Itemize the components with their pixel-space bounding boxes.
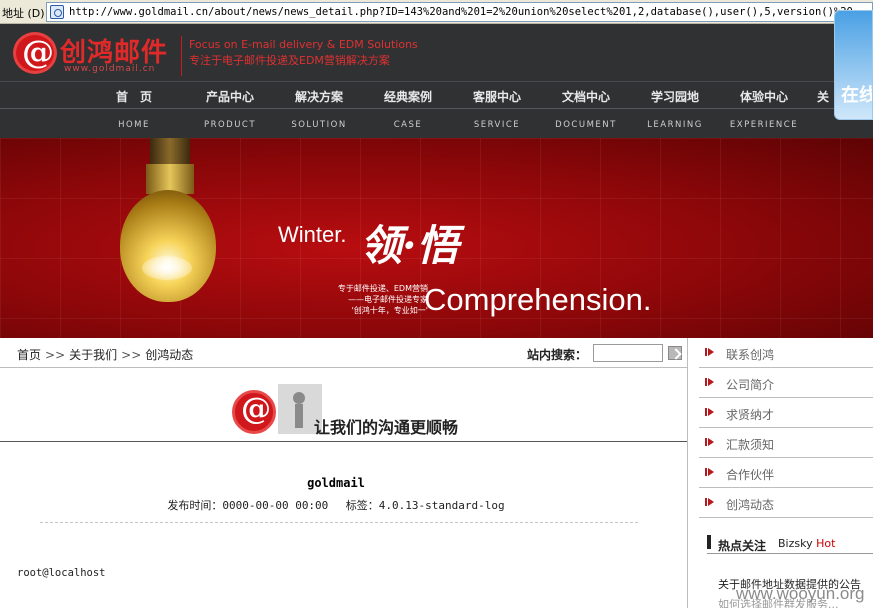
- hot-subtitle-red: Hot: [816, 537, 836, 550]
- hot-subtitle-text: Bizsky: [778, 537, 813, 550]
- slogan-text: 让我们的沟通更顺畅: [314, 418, 459, 437]
- online-badge-label: 在线: [841, 85, 872, 106]
- article-title: goldmail: [307, 476, 365, 490]
- banner-line-3: '创鸿十年，专业如一': [351, 306, 428, 315]
- arrow-icon: [705, 468, 714, 476]
- hot-title: 热点关注: [718, 539, 767, 553]
- banner-tagline: 专于邮件投递、EDM营销 ——电子邮件投递专家 '创鸿十年，专业如一': [318, 283, 428, 316]
- sidebar-item-label: 联系创鸿: [726, 348, 775, 362]
- nav-sublabel: SERVICE: [473, 120, 521, 130]
- address-label: 地址 (D): [2, 7, 45, 20]
- nav-item-solution[interactable]: 解决方案 SOLUTION: [284, 82, 354, 138]
- arrow-icon: [705, 378, 714, 386]
- publish-label: 发布时间：: [167, 499, 223, 512]
- nav-label: 学习园地: [650, 90, 699, 104]
- nav-label: 体验中心: [739, 90, 788, 104]
- nav-sublabel: SOLUTION: [291, 120, 347, 130]
- header-slogan-cn: 专注于电子邮件投递及EDM营销解决方案: [189, 54, 390, 67]
- logo-icon[interactable]: @: [13, 32, 57, 74]
- arrow-icon: [705, 438, 714, 446]
- sidebar-item-payment[interactable]: 汇款须知: [699, 428, 873, 458]
- nav-item-case[interactable]: 经典案例 CASE: [373, 82, 443, 138]
- sidebar-item-partners[interactable]: 合作伙伴: [699, 458, 873, 488]
- article-dashed-divider: [40, 522, 638, 523]
- breadcrumb: 首页 >> 关于我们 >> 创鸿动态: [17, 346, 197, 363]
- search-go-icon[interactable]: [668, 346, 682, 360]
- banner-headline: 领·悟: [360, 221, 459, 270]
- nav-sublabel: CASE: [393, 120, 423, 130]
- sidebar-item-profile[interactable]: 公司简介: [699, 368, 873, 398]
- nav-label: 客服中心: [472, 90, 521, 104]
- breadcrumb-separator: >>: [121, 348, 142, 362]
- nav-label: 经典案例: [383, 90, 432, 104]
- nav-sublabel: DOCUMENT: [555, 120, 617, 130]
- arrow-icon: [705, 348, 714, 356]
- arrow-icon: [705, 498, 714, 506]
- banner-line-1: 专于邮件投递、EDM营销: [337, 284, 428, 293]
- sidebar-item-label: 汇款须知: [726, 438, 775, 452]
- hero-banner: Winter. 领·悟 专于邮件投递、EDM营销 ——电子邮件投递专家 '创鸿十…: [0, 138, 873, 338]
- banner-comprehension: Comprehension.: [424, 282, 652, 317]
- banner-line-2: ——电子邮件投递专家: [348, 295, 428, 304]
- nav-sublabel: PRODUCT: [203, 120, 257, 130]
- sidebar-item-contact[interactable]: 联系创鸿: [699, 338, 873, 368]
- sidebar-item-careers[interactable]: 求贤纳才: [699, 398, 873, 428]
- sidebar-item-label: 创鸿动态: [726, 498, 775, 512]
- logo-url: www.goldmail.cn: [64, 64, 156, 74]
- site-header: @ 创鸿邮件 www.goldmail.cn Focus on E-mail d…: [0, 24, 873, 81]
- search-input[interactable]: [593, 344, 663, 362]
- address-url[interactable]: http://www.goldmail.cn/about/news/news_d…: [69, 6, 866, 18]
- hot-subtitle: Bizsky Hot: [778, 537, 835, 550]
- sidebar-item-label: 公司简介: [726, 378, 775, 392]
- online-service-badge[interactable]: 在线: [834, 10, 873, 120]
- arrow-icon: [705, 408, 714, 416]
- nav-sublabel: HOME: [118, 120, 150, 130]
- publish-time: 0000-00-00 00:00: [222, 499, 329, 512]
- sidebar-item-label: 求贤纳才: [726, 408, 775, 422]
- tag-value: 4.0.13-standard-log: [378, 499, 505, 512]
- nav-item-home[interactable]: 首 页 HOME: [99, 82, 169, 138]
- breadcrumb-about[interactable]: 关于我们: [69, 348, 117, 362]
- nav-sublabel: EXPERIENCE: [729, 120, 799, 130]
- logo-mark-text: @: [22, 33, 54, 71]
- header-slogan-en: Focus on E-mail delivery & EDM Solutions: [189, 38, 418, 51]
- bulb-glow: [142, 256, 192, 280]
- breadcrumb-bar: 首页 >> 关于我们 >> 创鸿动态 站内搜索：: [0, 338, 687, 368]
- slogan-logo-mark: @: [241, 392, 271, 427]
- content-divider: [0, 441, 687, 442]
- nav-item-service[interactable]: 客服中心 SERVICE: [462, 82, 532, 138]
- nav-item-product[interactable]: 产品中心 PRODUCT: [195, 82, 265, 138]
- nav-item-experience[interactable]: 体验中心 EXPERIENCE: [729, 82, 799, 138]
- nav-label: 首 页: [115, 90, 152, 104]
- hot-topics-header: 热点关注 Bizsky Hot: [707, 528, 873, 554]
- main-nav: 首 页 HOME 产品中心 PRODUCT 解决方案 SOLUTION 经典案例 CAS…: [0, 81, 873, 138]
- address-bar: 地址 (D) http://www.goldmail.cn/about/news…: [0, 0, 873, 24]
- bulb-socket: [150, 138, 190, 166]
- lightbulb-icon: [120, 190, 216, 302]
- hot-marker-icon: [707, 535, 711, 549]
- content-slogan: @ 让我们的沟通更顺畅: [230, 384, 490, 438]
- banner-winter: Winter.: [278, 222, 347, 247]
- nav-label: 文档中心: [561, 90, 610, 104]
- breadcrumb-news[interactable]: 创鸿动态: [145, 348, 193, 362]
- nav-label: 产品中心: [205, 90, 254, 104]
- slogan-logo-icon: @: [232, 390, 276, 434]
- watermark: www.wooyun.org: [736, 584, 865, 603]
- article-meta: 发布时间：0000-00-00 00:00 标签：4.0.13-standard…: [0, 497, 672, 513]
- sidebar-item-label: 合作伙伴: [726, 468, 775, 482]
- tag-label: 标签：: [345, 499, 379, 512]
- sidebar: 联系创鸿 公司简介 求贤纳才 汇款须知 合作伙伴 创鸿动态: [687, 338, 873, 608]
- address-input[interactable]: http://www.goldmail.cn/about/news/news_d…: [46, 2, 873, 22]
- logo-divider: [181, 36, 182, 76]
- article-body: root@localhost: [17, 567, 106, 579]
- search-label: 站内搜索：: [527, 348, 588, 362]
- nav-item-document[interactable]: 文档中心 DOCUMENT: [551, 82, 621, 138]
- nav-label: 解决方案: [294, 90, 343, 104]
- breadcrumb-home[interactable]: 首页: [17, 348, 41, 362]
- page-icon: [50, 5, 64, 19]
- nav-sublabel: LEARNING: [647, 120, 703, 130]
- breadcrumb-separator: >>: [45, 348, 66, 362]
- sidebar-item-news[interactable]: 创鸿动态: [699, 488, 873, 518]
- nav-item-learning[interactable]: 学习园地 LEARNING: [640, 82, 710, 138]
